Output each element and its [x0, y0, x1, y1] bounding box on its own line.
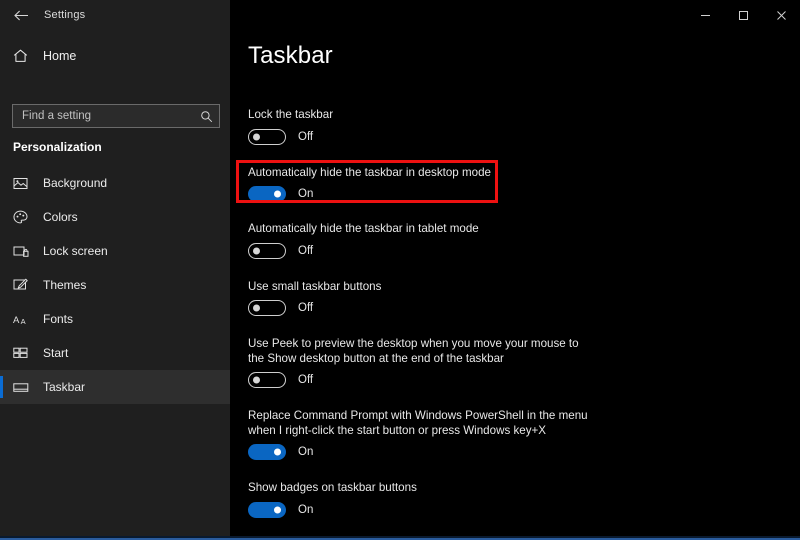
setting-description: Automatically hide the taskbar in tablet…	[248, 222, 479, 235]
search-icon[interactable]	[200, 110, 213, 123]
setting-description: Lock the taskbar	[248, 108, 334, 121]
settings-window: Settings Home Find a setting Personaliza…	[0, 0, 800, 540]
page-title: Taskbar	[248, 42, 333, 69]
setting-description: Show badges on taskbar buttons	[248, 481, 417, 494]
setting-description: Automatically hide the taskbar in deskto…	[248, 165, 491, 179]
toggle-row: On	[248, 186, 788, 202]
window-title: Settings	[44, 9, 86, 21]
sidebar-section-title: Personalization	[13, 140, 102, 154]
close-button[interactable]	[762, 0, 800, 30]
toggle-state-label: On	[298, 188, 314, 200]
sidebar-item-label: Fonts	[43, 312, 74, 326]
toggle-state-label: On	[298, 503, 314, 516]
sidebar: Home Personalization	[0, 30, 230, 540]
title-bar-left	[0, 0, 230, 30]
main-content: Taskbar Lock the taskbar Off Automatical…	[230, 30, 800, 540]
setting-use-peek: Use Peek to preview the desktop when you…	[248, 337, 788, 388]
settings-list: Lock the taskbar Off Automatically hide …	[248, 108, 788, 540]
sidebar-item-label: Themes	[43, 278, 87, 292]
toggle-state-label: Off	[298, 302, 314, 314]
desktop-taskbar-strip	[0, 536, 800, 540]
sidebar-nav-list: Background Colors Lock screen Themes A A…	[0, 166, 230, 404]
toggle-state-label: Off	[298, 130, 314, 143]
minimize-button[interactable]	[686, 0, 724, 30]
sidebar-home-label: Home	[43, 49, 77, 63]
sidebar-item-background[interactable]: Background	[0, 166, 230, 200]
search-input[interactable]	[22, 110, 200, 122]
toggle-switch[interactable]	[248, 300, 286, 316]
setting-lock-the-taskbar: Lock the taskbar Off	[248, 108, 788, 145]
back-arrow-icon[interactable]	[8, 4, 34, 26]
toggle-switch[interactable]	[248, 372, 286, 388]
sidebar-item-taskbar[interactable]: Taskbar	[0, 370, 230, 404]
sidebar-item-label: Taskbar	[43, 380, 86, 394]
brush-icon	[13, 278, 37, 292]
sidebar-item-label: Lock screen	[43, 244, 108, 258]
window-controls	[686, 0, 800, 30]
search-box[interactable]	[12, 104, 220, 128]
setting-auto-hide-desktop-mode: Automatically hide the taskbar in deskto…	[248, 165, 788, 202]
sidebar-item-themes[interactable]: Themes	[0, 268, 230, 302]
palette-icon	[13, 210, 37, 224]
toggle-state-label: Off	[298, 244, 314, 257]
setting-replace-command-prompt: Replace Command Prompt with Windows Powe…	[248, 409, 788, 460]
sidebar-item-lock-screen[interactable]: Lock screen	[0, 234, 230, 268]
setting-description: Use Peek to preview the desktop when you…	[248, 337, 579, 365]
taskbar-icon	[13, 382, 37, 393]
toggle-row: Off	[248, 300, 788, 316]
toggle-state-label: Off	[298, 374, 314, 386]
sidebar-item-label: Colors	[43, 210, 78, 224]
lock-screen-icon	[13, 245, 37, 258]
toggle-switch[interactable]	[248, 242, 286, 259]
svg-text:A: A	[21, 317, 26, 326]
maximize-button[interactable]	[724, 0, 762, 30]
toggle-switch[interactable]	[248, 501, 286, 518]
image-icon	[13, 177, 37, 190]
toggle-switch[interactable]	[248, 186, 286, 202]
home-icon	[13, 49, 39, 63]
setting-small-taskbar-buttons: Use small taskbar buttons Off	[248, 279, 788, 316]
svg-text:A: A	[13, 315, 20, 326]
search-container	[12, 104, 220, 128]
sidebar-item-fonts[interactable]: A A Fonts	[0, 302, 230, 336]
sidebar-item-home[interactable]: Home	[0, 41, 230, 71]
toggle-switch[interactable]	[248, 128, 286, 145]
setting-show-badges: Show badges on taskbar buttons On	[248, 481, 788, 518]
sidebar-item-colors[interactable]: Colors	[0, 200, 230, 234]
setting-description: Use small taskbar buttons	[248, 279, 382, 293]
toggle-row: On	[248, 444, 788, 460]
setting-auto-hide-tablet-mode: Automatically hide the taskbar in tablet…	[248, 222, 788, 259]
toggle-switch[interactable]	[248, 444, 286, 460]
sidebar-item-label: Background	[43, 176, 108, 190]
setting-description: Replace Command Prompt with Windows Powe…	[248, 409, 588, 437]
sidebar-item-start[interactable]: Start	[0, 336, 230, 370]
start-tiles-icon	[13, 347, 37, 359]
toggle-row: Off	[248, 242, 788, 259]
toggle-row: Off	[248, 128, 788, 145]
toggle-row: On	[248, 501, 788, 518]
sidebar-item-label: Start	[43, 346, 69, 360]
toggle-row: Off	[248, 372, 788, 388]
title-bar: Settings	[0, 0, 800, 30]
font-aa-icon: A A	[13, 313, 37, 326]
toggle-state-label: On	[298, 446, 314, 458]
